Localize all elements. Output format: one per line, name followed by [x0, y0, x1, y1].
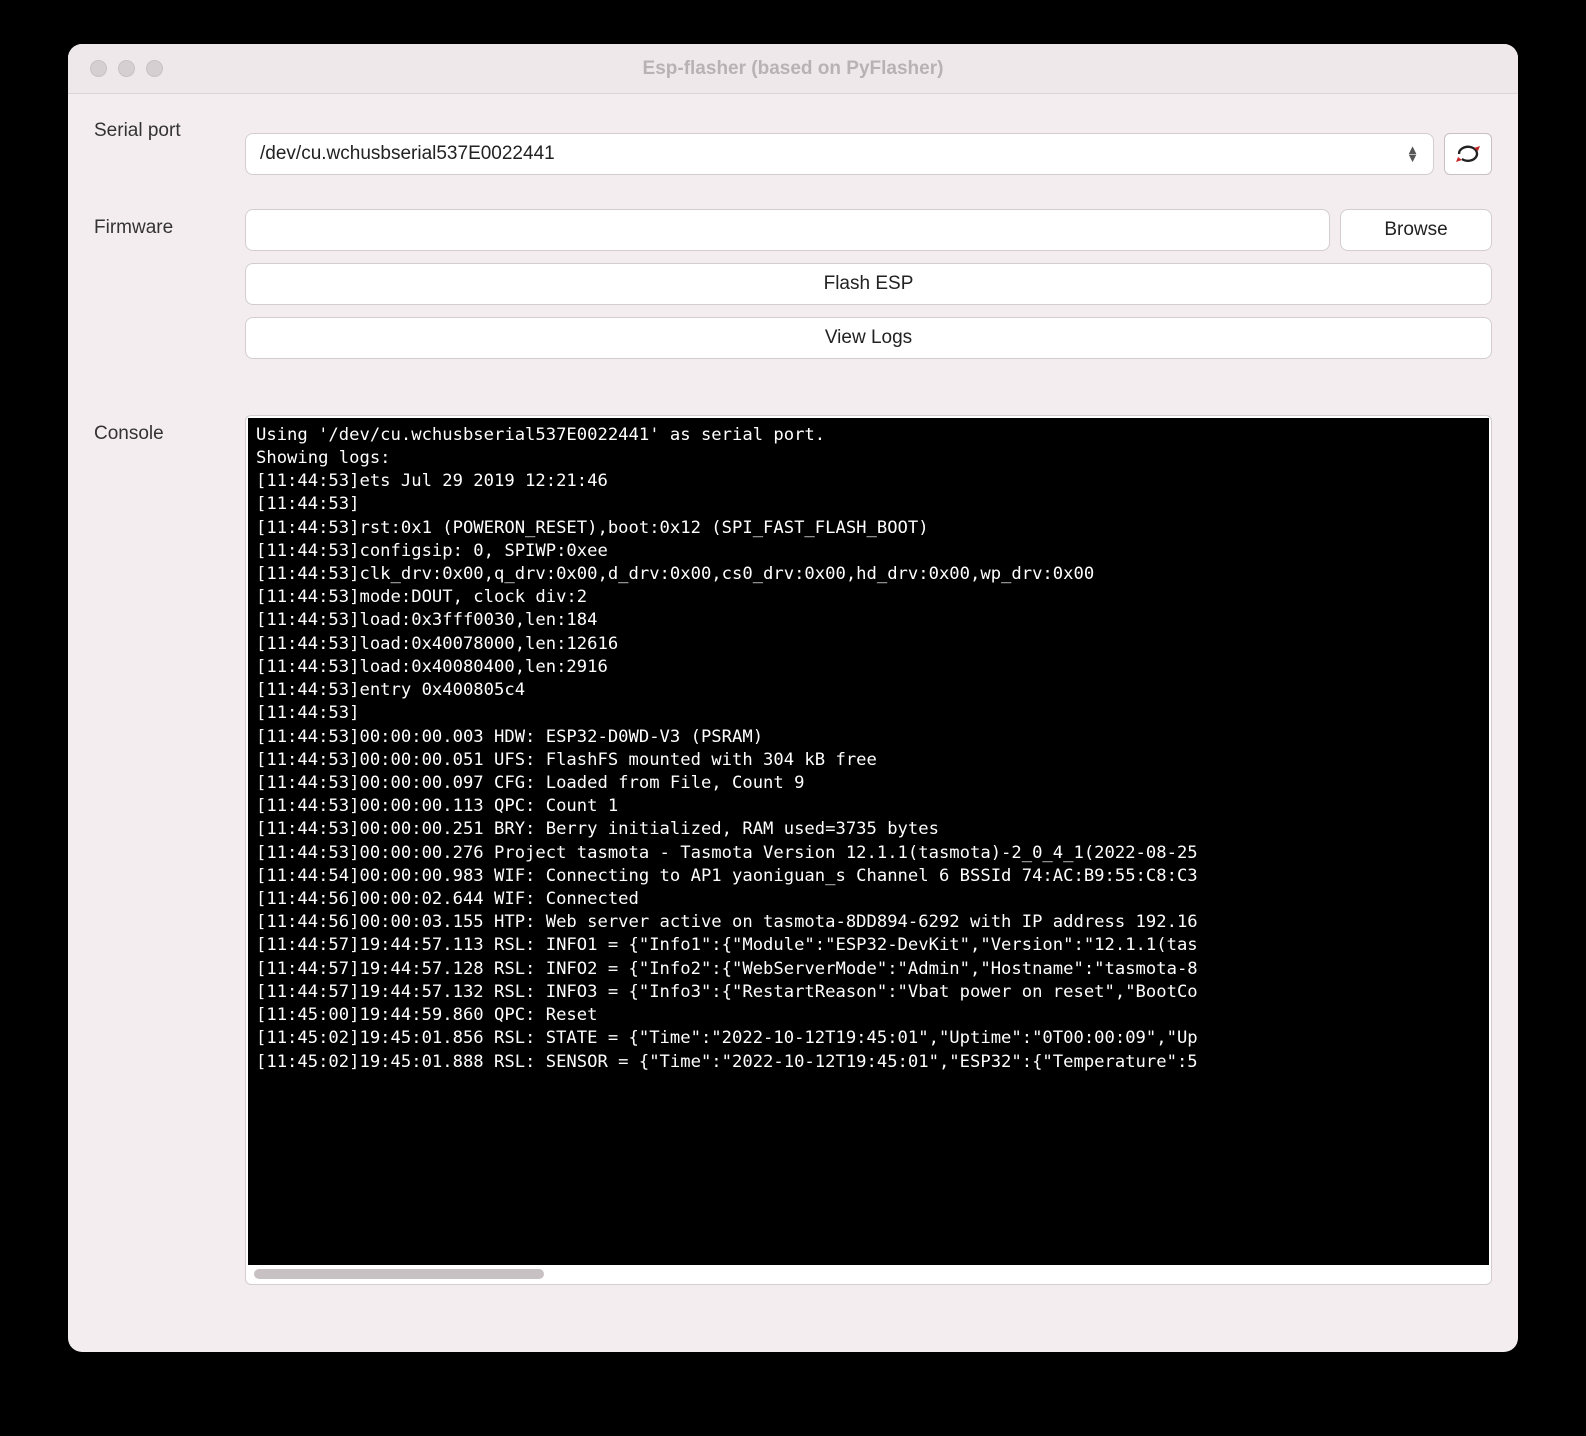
serial-port-value: /dev/cu.wchusbserial537E0022441 — [260, 143, 555, 165]
firmware-path-input[interactable] — [245, 209, 1330, 251]
view-logs-button[interactable]: View Logs — [245, 317, 1492, 359]
minimize-window-button[interactable] — [118, 60, 135, 77]
window-title: Esp-flasher (based on PyFlasher) — [68, 58, 1518, 80]
scrollbar-thumb[interactable] — [254, 1269, 544, 1279]
browse-button[interactable]: Browse — [1340, 209, 1492, 251]
traffic-lights — [68, 60, 163, 77]
flash-esp-button[interactable]: Flash ESP — [245, 263, 1492, 305]
serial-port-label: Serial port — [94, 112, 239, 195]
console-horizontal-scrollbar[interactable] — [250, 1267, 1487, 1281]
zoom-window-button[interactable] — [146, 60, 163, 77]
firmware-label: Firmware — [94, 209, 239, 400]
console-output[interactable]: Using '/dev/cu.wchusbserial537E0022441' … — [248, 418, 1489, 1265]
chevron-up-down-icon: ▲▼ — [1406, 146, 1419, 162]
app-window: Esp-flasher (based on PyFlasher) Serial … — [68, 44, 1518, 1352]
serial-port-select[interactable]: /dev/cu.wchusbserial537E0022441 ▲▼ — [245, 133, 1434, 175]
content-area: Serial port /dev/cu.wchusbserial537E0022… — [68, 94, 1518, 1352]
console-label: Console — [94, 415, 239, 1326]
close-window-button[interactable] — [90, 60, 107, 77]
titlebar: Esp-flasher (based on PyFlasher) — [68, 44, 1518, 94]
refresh-icon — [1455, 143, 1481, 165]
refresh-ports-button[interactable] — [1444, 133, 1492, 175]
console-panel: Using '/dev/cu.wchusbserial537E0022441' … — [245, 415, 1492, 1285]
